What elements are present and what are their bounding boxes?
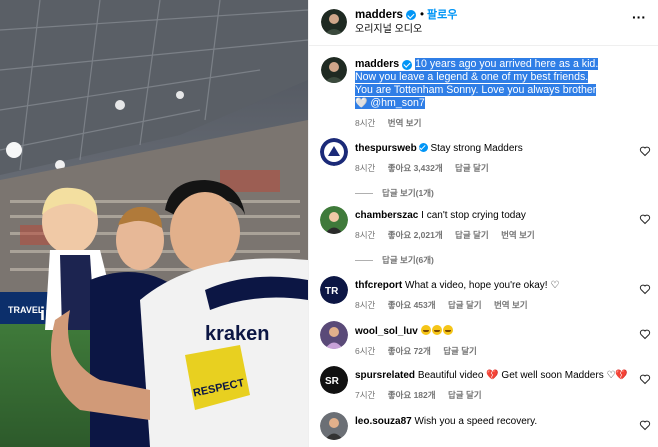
audio-label[interactable]: 오리지널 오디오	[355, 24, 457, 36]
comment-username[interactable]: wool_sol_luv	[355, 326, 418, 337]
caption-line-3: You are Tottenham Sonny. Love you always…	[355, 84, 597, 96]
comment-item: wool_sol_luv 6시간 좋아요 72개 답글 달기	[309, 319, 658, 364]
comment-time: 6시간	[355, 345, 376, 356]
verified-badge-icon	[402, 59, 413, 70]
stadium-photo: TRAVEL interp kraken RESPECT	[0, 0, 308, 447]
commenter-avatar[interactable]	[320, 206, 348, 234]
heart-outline-icon[interactable]	[639, 213, 651, 225]
commenter-avatar[interactable]	[320, 138, 348, 166]
crying-emoji-icons	[420, 325, 454, 337]
commenter-avatar[interactable]: TR	[320, 276, 348, 304]
reply-button[interactable]: 답글 달기	[455, 163, 489, 173]
separator-dot: •	[419, 9, 424, 21]
caption-username[interactable]: madders	[355, 58, 399, 71]
comment-username[interactable]: leo.souza87	[355, 416, 412, 427]
comment-likes[interactable]: 좋아요 182개	[388, 390, 436, 400]
comment-translate-button[interactable]: 번역 보기	[501, 230, 535, 240]
ad-banner-left: TRAVEL	[8, 305, 44, 315]
replies-divider	[355, 192, 373, 194]
view-replies-label: 답글 보기(1개)	[382, 188, 434, 198]
heart-outline-icon[interactable]	[639, 145, 651, 157]
comment-time: 8시간	[355, 162, 376, 173]
comment-text: Stay strong Madders	[430, 143, 523, 154]
reply-button[interactable]: 답글 달기	[455, 230, 489, 240]
comment-text: I can't stop crying today	[421, 210, 526, 221]
jersey-sponsor: kraken	[205, 323, 270, 345]
caption-line-1: 10 years ago you arrived here as a kid.	[415, 58, 599, 70]
comment-likes[interactable]: 좋아요 2,021개	[388, 230, 443, 240]
caption-translate-button[interactable]: 번역 보기	[388, 118, 422, 128]
caption-line-2: Now you leave a legend & one of my best …	[355, 71, 589, 83]
author-avatar[interactable]	[321, 9, 347, 35]
comment-text: Beautiful video 💔 Get well soon Madders …	[417, 370, 628, 381]
author-username[interactable]: madders	[355, 8, 403, 22]
comment-likes[interactable]: 좋아요 3,432개	[388, 163, 443, 173]
comment-username[interactable]: thfcreport	[355, 280, 402, 291]
comment-text: Wish you a speed recovery.	[414, 416, 538, 427]
commenter-avatar[interactable]: SR	[320, 366, 348, 394]
caption-mention[interactable]: @hm_son7	[370, 97, 424, 109]
heart-emoji-icon: 🤍	[355, 98, 368, 109]
reply-button[interactable]: 답글 달기	[443, 346, 477, 356]
comment-item: leo.souza87 Wish you a speed recovery.	[309, 410, 658, 440]
comment-likes[interactable]: 좋아요 72개	[388, 346, 431, 356]
commenter-avatar[interactable]	[320, 321, 348, 349]
comment-time: 7시간	[355, 389, 376, 400]
view-replies-label: 답글 보기(6개)	[382, 255, 434, 265]
crying-face-icon	[442, 325, 453, 335]
view-replies-button[interactable]: 답글 보기(6개)	[355, 254, 633, 267]
verified-badge-icon	[405, 10, 416, 20]
commenter-avatar[interactable]	[320, 412, 348, 440]
comment-item: chamberszac I can't stop crying today 8시…	[309, 204, 658, 274]
comment-text: What a video, hope you're okay! ♡	[405, 280, 560, 291]
comment-list: thespursweb Stay strong Madders 8시간 좋아요 …	[309, 136, 658, 440]
caption-time: 8시간	[355, 118, 376, 128]
heart-outline-icon[interactable]	[639, 373, 651, 385]
comment-likes[interactable]: 좋아요 453개	[388, 300, 436, 310]
comment-translate-button[interactable]: 번역 보기	[494, 300, 528, 310]
heart-outline-icon[interactable]	[639, 328, 651, 340]
follow-button[interactable]: 팔로우	[427, 8, 457, 22]
comment-time: 8시간	[355, 299, 376, 310]
more-horizontal-icon[interactable]: ···	[632, 10, 646, 24]
svg-text:SR: SR	[325, 376, 340, 387]
comment-username[interactable]: thespursweb	[355, 143, 417, 154]
comment-item: thespursweb Stay strong Madders 8시간 좋아요 …	[309, 136, 658, 204]
reply-button[interactable]: 답글 달기	[448, 300, 482, 310]
post-caption: madders 10 years ago you arrived here as…	[309, 50, 658, 130]
replies-divider	[355, 259, 373, 261]
caption-avatar[interactable]	[321, 57, 347, 83]
post-media[interactable]: TRAVEL interp kraken RESPECT	[0, 0, 308, 447]
heart-outline-icon[interactable]	[639, 283, 651, 295]
reply-button[interactable]: 답글 달기	[448, 390, 482, 400]
instagram-post-window: TRAVEL interp kraken RESPECT	[0, 0, 658, 447]
comment-item: TR thfcreport What a video, hope you're …	[309, 274, 658, 315]
post-header: madders • 팔로우 오리지널 오디오 ···	[309, 0, 658, 46]
post-panel: madders • 팔로우 오리지널 오디오 ··· madders 10 ye…	[308, 0, 658, 447]
comment-time: 8시간	[355, 229, 376, 240]
crying-face-icon	[420, 325, 431, 335]
heart-outline-icon[interactable]	[639, 419, 651, 431]
svg-text:TR: TR	[325, 286, 339, 297]
comment-item: SR spursrelated Beautiful video 💔 Get we…	[309, 364, 658, 410]
verified-badge-icon	[418, 143, 428, 152]
comment-username[interactable]: spursrelated	[355, 370, 415, 381]
comment-username[interactable]: chamberszac	[355, 210, 418, 221]
crying-face-icon	[431, 325, 442, 335]
view-replies-button[interactable]: 답글 보기(1개)	[355, 187, 633, 200]
